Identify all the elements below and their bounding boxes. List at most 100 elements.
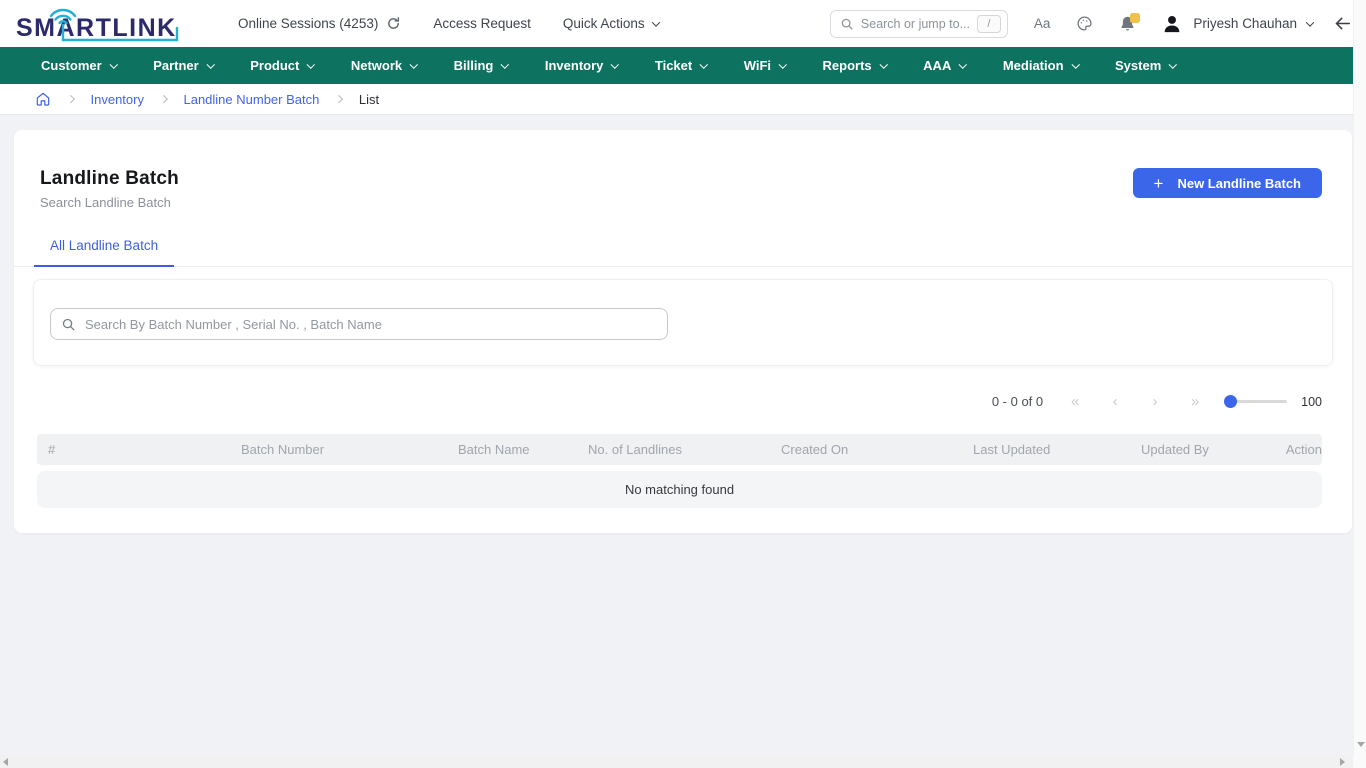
home-icon[interactable]: [35, 91, 51, 107]
navbar-item-label: System: [1115, 58, 1162, 73]
table-column-header: Updated By: [1141, 442, 1209, 457]
chevron-down-icon: [206, 60, 215, 68]
page-size-value: 100: [1301, 394, 1322, 409]
navbar-item-label: Network: [350, 58, 403, 73]
online-sessions-label: Online Sessions (4253): [238, 16, 379, 31]
header-left-links: Online Sessions (4253) Access Request Qu…: [238, 16, 660, 31]
house-icon: [36, 92, 50, 106]
breadcrumb-separator: [159, 95, 168, 103]
chevron-down-icon: [1305, 17, 1315, 27]
navbar-item-label: Billing: [453, 58, 494, 73]
notification-badge: [1130, 12, 1141, 23]
navbar-item-label: Reports: [822, 58, 872, 73]
back-arrow-button[interactable]: [1333, 14, 1352, 33]
chevron-down-icon: [879, 60, 888, 68]
global-search-input[interactable]: [860, 16, 970, 31]
new-landline-batch-button[interactable]: + New Landline Batch: [1132, 168, 1322, 198]
navbar-item-label: Customer: [41, 58, 102, 73]
notifications-bell-icon[interactable]: [1119, 12, 1141, 33]
last-page-button[interactable]: »: [1175, 393, 1215, 410]
access-request-link[interactable]: Access Request: [433, 16, 531, 31]
scroll-left-arrow-icon[interactable]: [3, 757, 8, 766]
theme-palette-icon[interactable]: [1076, 15, 1093, 32]
chevron-down-icon: [410, 60, 418, 68]
scroll-right-arrow-icon[interactable]: [1340, 757, 1345, 766]
breadcrumb: Inventory Landline Number Batch List: [0, 84, 1366, 115]
font-size-toggle[interactable]: Aa: [1034, 16, 1051, 31]
horizontal-scrollbar[interactable]: [0, 755, 1353, 768]
access-request-label: Access Request: [433, 16, 531, 31]
breadcrumb-link-landline-number-batch[interactable]: Landline Number Batch: [183, 92, 319, 107]
quick-actions-menu[interactable]: Quick Actions: [563, 16, 660, 31]
navbar-item[interactable]: AAA: [923, 58, 967, 73]
navbar-item[interactable]: Product: [250, 58, 315, 73]
pagination-range: 0 - 0 of 0: [991, 394, 1044, 409]
navbar-item-label: Product: [250, 58, 300, 73]
navbar-item-label: Ticket: [654, 58, 693, 73]
logo-wordmark: SMARTLINK: [16, 14, 177, 42]
breadcrumb-current: List: [358, 91, 380, 107]
table-column-header: Created On: [781, 442, 849, 457]
user-name: Priyesh Chauhan: [1193, 16, 1297, 31]
next-page-button[interactable]: ›: [1135, 393, 1175, 410]
chevron-down-icon: [1071, 60, 1080, 68]
plus-icon: +: [1153, 173, 1164, 193]
breadcrumb-separator: [335, 95, 343, 103]
top-header: SMARTLINK Online Sessions (4253) Access …: [0, 0, 1366, 47]
navbar-item[interactable]: Customer: [41, 58, 118, 73]
table-column-header: No. of Landlines: [588, 442, 682, 457]
navbar-item[interactable]: Mediation: [1002, 58, 1080, 73]
tabs-bar: All Landline Batch: [14, 237, 1352, 267]
breadcrumb-separator: [66, 95, 75, 103]
chevron-down-icon: [109, 60, 118, 68]
chevron-down-icon: [1169, 60, 1177, 68]
navbar-items: Customer Partner Product Network Billing: [41, 58, 1177, 73]
navbar-item[interactable]: System: [1115, 58, 1177, 73]
navbar-item[interactable]: WiFi: [743, 58, 787, 73]
breadcrumb-link-inventory[interactable]: Inventory: [91, 92, 144, 107]
main-navbar: Customer Partner Product Network Billing: [0, 47, 1366, 84]
first-page-button[interactable]: «: [1055, 393, 1095, 410]
empty-message: No matching found: [624, 482, 735, 497]
navbar-item[interactable]: Inventory: [544, 58, 620, 73]
navbar-item[interactable]: Ticket: [654, 58, 708, 73]
navbar-item-label: Inventory: [544, 58, 604, 73]
filter-panel: [33, 279, 1333, 366]
navbar-item[interactable]: Billing: [453, 58, 509, 73]
batch-search-box[interactable]: [50, 308, 668, 340]
slider-knob[interactable]: [1224, 395, 1238, 408]
table-column-header: Batch Number: [241, 442, 325, 457]
main-content: Landline Batch Search Landline Batch + N…: [0, 115, 1366, 548]
global-search-box[interactable]: /: [829, 9, 1008, 38]
navbar-item[interactable]: Network: [350, 58, 418, 73]
tab-all-landline-batch[interactable]: All Landline Batch: [34, 238, 175, 267]
landline-batch-table: # Batch Number Batch Name No. of Landlin…: [37, 434, 1322, 508]
table-column-header: Last Updated: [973, 442, 1051, 457]
vertical-scrollbar[interactable]: [1353, 0, 1366, 755]
chevron-down-icon: [611, 60, 620, 68]
chevron-down-icon: [778, 60, 787, 68]
refresh-icon[interactable]: [386, 16, 401, 31]
header-icon-group: Aa: [1034, 12, 1141, 33]
previous-page-button[interactable]: ‹: [1095, 393, 1135, 410]
search-icon: [62, 318, 75, 330]
table-column-header: #: [48, 442, 56, 457]
user-menu[interactable]: Priyesh Chauhan: [1161, 13, 1315, 35]
page-size-slider[interactable]: [1224, 395, 1288, 408]
navbar-item[interactable]: Partner: [153, 58, 215, 73]
online-sessions[interactable]: Online Sessions (4253): [238, 16, 401, 31]
navbar-item-label: Partner: [153, 58, 199, 73]
navbar-item[interactable]: Reports: [822, 58, 888, 73]
scroll-down-arrow-icon[interactable]: [1356, 742, 1365, 747]
pagination-bar: 0 - 0 of 0 « ‹ › » 100: [14, 393, 1352, 410]
navbar-item-label: WiFi: [743, 58, 772, 73]
smartlink-logo[interactable]: SMARTLINK: [14, 3, 186, 45]
chevron-down-icon: [307, 60, 315, 68]
slash-shortcut-badge: /: [976, 14, 1001, 33]
chevron-down-icon: [700, 60, 708, 68]
table-header-row: # Batch Number Batch Name No. of Landlin…: [37, 434, 1322, 465]
navbar-item-label: Mediation: [1002, 58, 1064, 73]
batch-search-input[interactable]: [85, 316, 657, 332]
avatar-icon: [1165, 15, 1180, 32]
new-landline-batch-label: New Landline Batch: [1177, 175, 1301, 191]
